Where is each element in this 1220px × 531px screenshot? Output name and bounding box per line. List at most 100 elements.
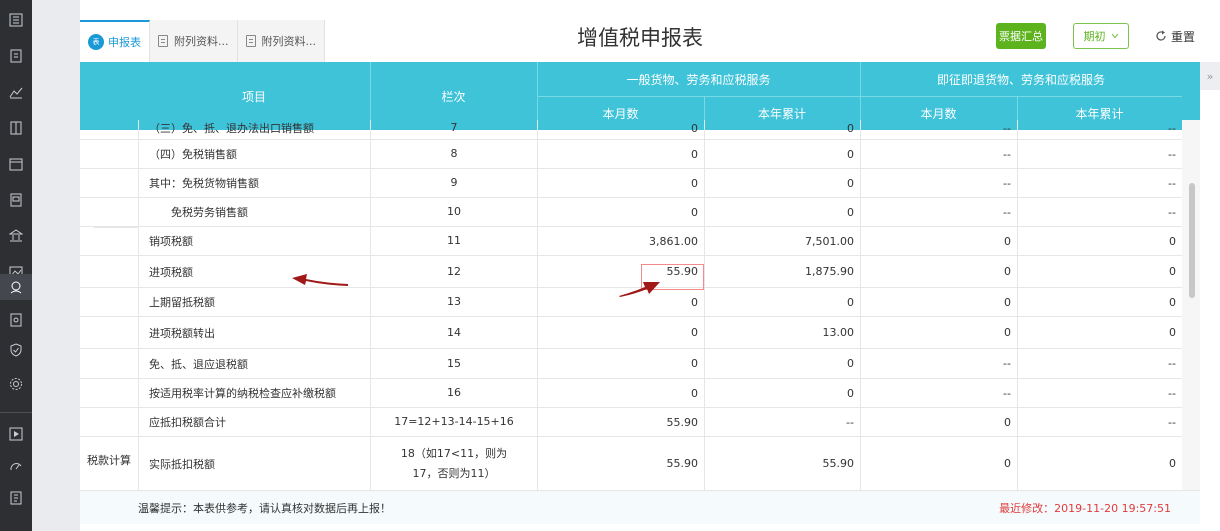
check-shield-icon[interactable] — [6, 340, 26, 360]
row-general-monthly[interactable]: 0 — [537, 379, 704, 407]
row-refund-monthly: -- — [860, 349, 1017, 378]
row-general-cumulative: 0 — [704, 140, 860, 168]
period-dropdown[interactable]: 期初 — [1073, 23, 1129, 49]
play-icon[interactable] — [6, 424, 26, 444]
row-general-monthly[interactable]: 0 — [537, 198, 704, 226]
voucher-icon[interactable] — [6, 310, 26, 330]
row-column: 7 — [370, 120, 537, 139]
last-modified: 最近修改：2019-11-20 19:57:51 — [999, 502, 1171, 515]
bank-icon[interactable] — [6, 226, 26, 246]
row-refund-cumulative: -- — [1017, 120, 1182, 139]
row-column: 17=12+13-14-15+16 — [370, 408, 537, 436]
expand-panel-handle[interactable]: » — [1200, 62, 1220, 90]
table-row: 免、抵、退应退税额 15 0 0 -- -- — [80, 349, 1182, 379]
tab-declaration-form[interactable]: 表 申报表 — [80, 20, 150, 62]
document-icon[interactable] — [6, 488, 26, 508]
row-general-monthly[interactable]: 0 — [537, 120, 704, 139]
row-column: 13 — [370, 288, 537, 316]
scrollbar-thumb[interactable] — [1189, 183, 1195, 298]
attachment-doc-icon — [245, 35, 256, 47]
row-refund-monthly[interactable]: 0 — [860, 317, 1017, 348]
tab-label: 附列资料... — [261, 35, 317, 48]
table-row: （三）免、抵、退办法出口销售额 7 0 0 -- -- — [80, 120, 1182, 140]
annotation-arrow-icon — [619, 282, 660, 297]
row-item: 其中：免税货物销售额 — [138, 169, 370, 197]
table-row: 免税劳务销售额 10 0 0 -- -- — [80, 198, 1182, 227]
header-divider — [537, 96, 1182, 97]
form-footer: 温馨提示：本表供参考，请认真核对数据后再上报！ 最近修改：2019-11-20 … — [80, 490, 1200, 524]
period-label: 期初 — [1083, 30, 1106, 43]
row-column: 16 — [370, 379, 537, 407]
table-row: 应抵扣税额合计 17=12+13-14-15+16 55.90 -- 0 -- — [80, 408, 1182, 437]
scrollbar-track[interactable] — [1182, 120, 1200, 490]
row-general-monthly[interactable]: 0 — [537, 317, 704, 348]
table-row: （四）免税销售额 8 0 0 -- -- — [80, 140, 1182, 169]
row-general-cumulative: 7,501.00 — [704, 227, 860, 255]
row-general-cumulative: 0 — [704, 198, 860, 226]
row-item: 实际抵扣税额 — [138, 437, 370, 490]
row-item: 销项税额 — [138, 227, 370, 255]
invoice-summary-button[interactable]: 票据汇总 — [996, 23, 1046, 49]
row-general-monthly[interactable]: 0 — [537, 349, 704, 378]
row-general-monthly[interactable]: 0 — [537, 169, 704, 197]
tax-declaration-icon[interactable] — [0, 274, 32, 300]
header-instant-refund: 即征即退货物、劳务和应税服务 — [936, 72, 1105, 87]
row-column: 10 — [370, 198, 537, 226]
invoice-icon[interactable] — [6, 46, 26, 66]
row-refund-cumulative: 0 — [1017, 288, 1182, 316]
row-refund-cumulative: -- — [1017, 169, 1182, 197]
content-gutter — [32, 0, 80, 531]
row-refund-monthly[interactable]: 0 — [860, 227, 1017, 255]
row-refund-cumulative: -- — [1017, 198, 1182, 226]
row-item: 上期留抵税额 — [138, 288, 370, 316]
row-general-cumulative: 0 — [704, 288, 860, 316]
row-refund-monthly[interactable]: 0 — [860, 288, 1017, 316]
row-general-cumulative: 13.00 — [704, 317, 860, 348]
row-refund-cumulative: -- — [1017, 140, 1182, 168]
row-refund-monthly: -- — [860, 379, 1017, 407]
row-column: 18（如17<11，则为17，否则为11） — [370, 437, 537, 490]
row-general-cumulative: 0 — [704, 379, 860, 407]
row-refund-monthly: 0 — [860, 408, 1017, 436]
row-item: 进项税额转出 — [138, 317, 370, 348]
chart-icon[interactable] — [6, 82, 26, 102]
row-general-cumulative: 0 — [704, 120, 860, 139]
row-general-monthly[interactable]: 3,861.00 — [537, 227, 704, 255]
sidebar-divider — [0, 412, 32, 413]
report-icon[interactable] — [6, 190, 26, 210]
row-item: 免税劳务销售额 — [138, 198, 370, 226]
app-sidebar — [0, 0, 32, 531]
calendar-icon[interactable] — [6, 154, 26, 174]
row-refund-monthly: -- — [860, 140, 1017, 168]
table-row: 实际抵扣税额 18（如17<11，则为17，否则为11） 55.90 55.90… — [80, 437, 1182, 490]
row-refund-cumulative: -- — [1017, 408, 1182, 436]
tab-attachment-2[interactable]: 附列资料... — [237, 20, 325, 62]
row-general-monthly[interactable]: 0 — [537, 140, 704, 168]
row-refund-monthly: -- — [860, 198, 1017, 226]
attachment-doc-icon — [158, 35, 168, 47]
row-item: （三）免、抵、退办法出口销售额 — [138, 120, 370, 139]
row-refund-monthly[interactable]: 0 — [860, 256, 1017, 287]
row-column: 11 — [370, 227, 537, 255]
settings-icon[interactable] — [6, 374, 26, 394]
tab-label: 附列资料... — [174, 35, 229, 48]
declaration-panel: 表 申报表 附列资料... 附列资料... 增值税申报表 票据汇总 期初 重置 … — [80, 0, 1200, 531]
row-column: 14 — [370, 317, 537, 348]
tab-attachment-1[interactable]: 附列资料... — [150, 20, 238, 62]
header-general-goods: 一般货物、劳务和应税服务 — [626, 72, 771, 87]
page-title: 增值税申报表 — [577, 26, 703, 50]
row-general-monthly: 55.90 — [537, 408, 704, 436]
row-refund-cumulative: 0 — [1017, 437, 1182, 490]
row-item: 按适用税率计算的纳税检查应补缴税额 — [138, 379, 370, 407]
ledger-icon[interactable] — [6, 118, 26, 138]
row-general-cumulative: 1,875.90 — [704, 256, 860, 287]
table-body: 税款计算 （三）免、抵、退办法出口销售额 7 0 0 -- -- （四）免税销售… — [80, 120, 1182, 490]
table-row: 其中：免税货物销售额 9 0 0 -- -- — [80, 169, 1182, 198]
chevron-down-icon — [1111, 33, 1118, 39]
reset-button[interactable]: 重置 — [1155, 23, 1195, 49]
double-chevron-right-icon: » — [1206, 69, 1214, 83]
gauge-icon[interactable] — [6, 456, 26, 476]
menu-icon[interactable] — [6, 10, 26, 30]
row-column: 12 — [370, 256, 537, 287]
row-refund-monthly: -- — [860, 120, 1017, 139]
